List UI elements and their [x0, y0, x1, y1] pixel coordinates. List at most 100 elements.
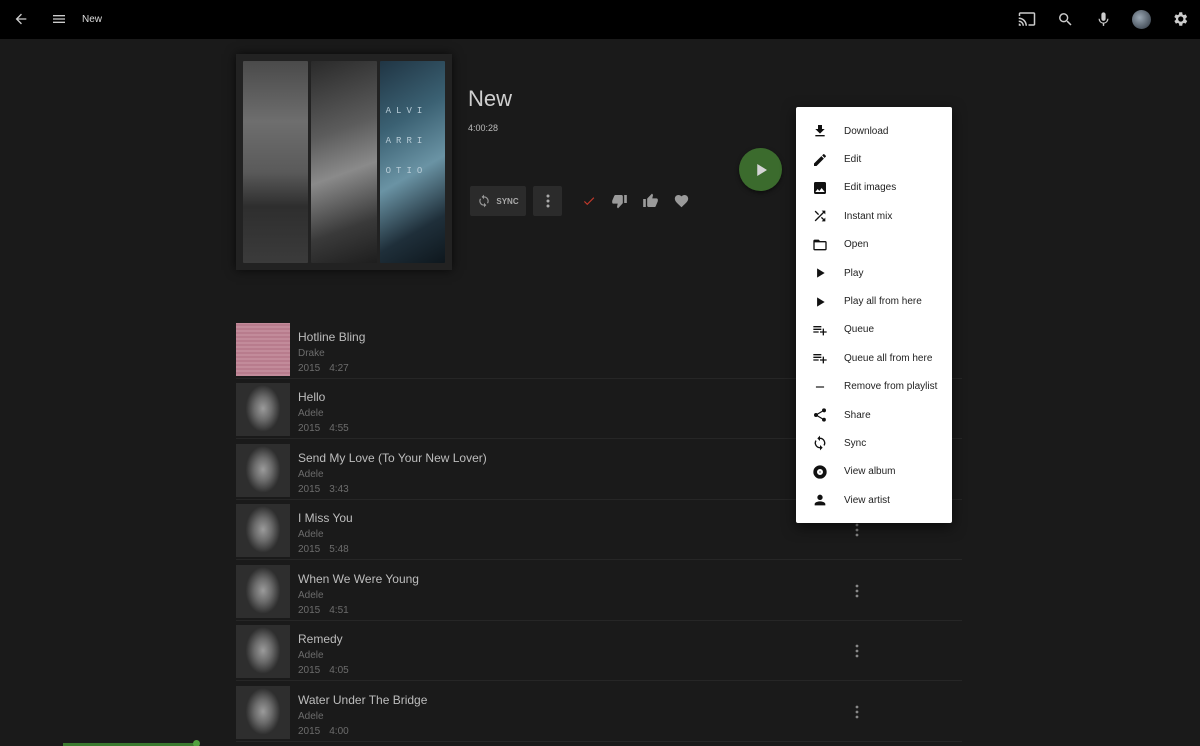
menu-item-label: Play all from here — [844, 296, 922, 308]
menu-item-label: Play — [844, 267, 864, 279]
menu-item-queue[interactable]: Queue — [796, 316, 952, 344]
cover-tile-bieber — [311, 61, 377, 263]
track-length: 4:51 — [329, 605, 349, 616]
cover-text: ALVI — [385, 106, 428, 116]
list-item[interactable]: When We Were Young Adele 2015 4:51 — [236, 562, 962, 621]
play-all-button[interactable] — [739, 148, 782, 191]
context-menu: Download Edit Edit images Instant mix Op… — [796, 107, 952, 523]
track-title: Remedy — [298, 632, 343, 646]
track-title: When We Were Young — [298, 572, 419, 586]
track-artist[interactable]: Adele — [298, 469, 324, 480]
menu-item-edit[interactable]: Edit — [796, 145, 952, 173]
cast-icon[interactable] — [1014, 6, 1040, 32]
thumbs-down-icon[interactable] — [609, 192, 629, 210]
track-meta: 2015 3:43 — [298, 484, 349, 495]
sync-button[interactable]: SYNC — [470, 186, 526, 216]
menu-item-instant-mix[interactable]: Instant mix — [796, 202, 952, 230]
sync-icon — [479, 194, 490, 208]
more-options-button[interactable] — [533, 186, 562, 216]
menu-item-sync[interactable]: Sync — [796, 429, 952, 457]
menu-item-edit-images[interactable]: Edit images — [796, 174, 952, 202]
menu-item-remove-from-playlist[interactable]: Remove from playlist — [796, 373, 952, 401]
menu-item-share[interactable]: Share — [796, 401, 952, 429]
search-icon[interactable] — [1052, 6, 1078, 32]
avatar[interactable] — [1132, 10, 1151, 29]
track-thumbnail — [236, 625, 290, 678]
menu-item-download[interactable]: Download — [796, 117, 952, 145]
menu-item-queue-all-from-here[interactable]: Queue all from here — [796, 344, 952, 372]
track-meta: 2015 4:55 — [298, 423, 349, 434]
track-length: 5:48 — [329, 544, 349, 555]
menu-item-label: Instant mix — [844, 210, 893, 222]
track-artist[interactable]: Adele — [298, 650, 324, 661]
played-check-icon[interactable] — [579, 192, 599, 210]
track-artist[interactable]: Adele — [298, 711, 324, 722]
playlist-add-icon — [796, 322, 844, 338]
menu-item-label: Share — [844, 409, 871, 421]
track-year: 2015 — [298, 363, 321, 374]
menu-item-play-all-from-here[interactable]: Play all from here — [796, 287, 952, 315]
menu-item-play[interactable]: Play — [796, 259, 952, 287]
track-length: 4:00 — [329, 726, 349, 737]
heart-icon[interactable] — [671, 192, 691, 210]
pencil-icon — [796, 152, 844, 168]
track-thumbnail — [236, 444, 290, 497]
page-title: New — [82, 14, 103, 25]
microphone-icon[interactable] — [1090, 6, 1116, 32]
playback-progress-handle[interactable] — [193, 740, 200, 746]
track-more-icon[interactable] — [850, 642, 864, 660]
play-icon — [796, 266, 844, 280]
sync-icon — [796, 435, 844, 451]
track-meta: 2015 4:27 — [298, 363, 349, 374]
track-thumbnail — [236, 323, 290, 376]
menu-item-label: Edit — [844, 154, 862, 166]
track-meta: 2015 5:48 — [298, 544, 349, 555]
play-icon — [756, 163, 767, 176]
menu-item-label: View artist — [844, 494, 890, 506]
menu-item-view-artist[interactable]: View artist — [796, 486, 952, 514]
list-item[interactable]: Water Under The Bridge Adele 2015 4:00 — [236, 683, 962, 742]
track-more-icon[interactable] — [850, 582, 864, 600]
cover-tile-adele — [243, 61, 309, 263]
track-artist[interactable]: Adele — [298, 529, 324, 540]
menu-item-label: Queue all from here — [844, 352, 933, 364]
download-icon — [796, 123, 844, 139]
track-title: I Miss You — [298, 511, 353, 525]
back-arrow-icon[interactable] — [8, 6, 34, 32]
track-artist[interactable]: Adele — [298, 590, 324, 601]
album-cover[interactable]: ALVI ARRI OTIO — [236, 54, 452, 270]
sync-label: SYNC — [496, 196, 519, 206]
track-meta: 2015 4:00 — [298, 726, 349, 737]
track-meta: 2015 4:51 — [298, 605, 349, 616]
track-artist[interactable]: Adele — [298, 408, 324, 419]
menu-item-label: Remove from playlist — [844, 381, 938, 393]
gear-icon[interactable] — [1167, 6, 1193, 32]
playlist-add-icon — [796, 350, 844, 366]
track-thumbnail — [236, 504, 290, 557]
list-item[interactable]: Remedy Adele 2015 4:05 — [236, 622, 962, 681]
track-length: 3:43 — [329, 484, 349, 495]
thumbs-up-icon[interactable] — [640, 192, 660, 210]
more-vert-icon — [546, 194, 549, 208]
top-bar: New — [0, 0, 1200, 39]
track-thumbnail — [236, 383, 290, 436]
menu-item-label: Open — [844, 239, 869, 251]
track-title: Hotline Bling — [298, 330, 366, 344]
menu-item-open[interactable]: Open — [796, 231, 952, 259]
track-more-icon[interactable] — [850, 703, 864, 721]
menu-item-view-album[interactable]: View album — [796, 458, 952, 486]
album-icon — [796, 464, 844, 480]
cover-text: ARRI — [385, 136, 428, 146]
hamburger-menu-icon[interactable] — [46, 6, 72, 32]
cover-tile-calvin: ALVI ARRI OTIO — [379, 61, 445, 263]
track-artist[interactable]: Drake — [298, 348, 325, 359]
person-icon — [796, 492, 844, 508]
minus-icon — [796, 380, 844, 394]
menu-item-label: Queue — [844, 324, 875, 336]
track-year: 2015 — [298, 423, 321, 434]
menu-item-label: View album — [844, 466, 896, 478]
menu-item-label: Sync — [844, 437, 867, 449]
share-icon — [796, 407, 844, 423]
track-more-icon[interactable] — [850, 521, 864, 539]
track-year: 2015 — [298, 484, 321, 495]
